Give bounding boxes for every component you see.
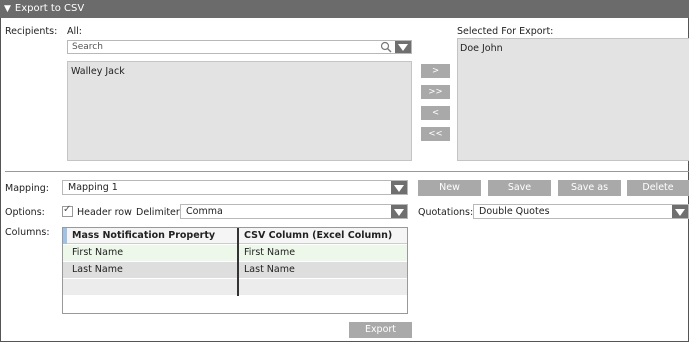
dialog-title: Export to CSV (14, 3, 85, 14)
header-row-label: Header row (77, 207, 132, 218)
list-item[interactable]: Doe John (460, 43, 503, 54)
delimiter-label: Delimiter: (136, 207, 183, 218)
options-label: Options: (5, 207, 45, 218)
save-as-mapping-button[interactable]: Save as (558, 180, 621, 196)
column-header-property[interactable]: Mass Notification Property (67, 228, 237, 244)
columns-label: Columns: (5, 227, 50, 238)
all-recipients-list[interactable]: Walley Jack (67, 61, 412, 161)
mapping-dropdown-arrow-icon[interactable] (391, 181, 407, 194)
quotations-dropdown-arrow-icon[interactable] (672, 205, 688, 218)
header-row-checkbox[interactable] (62, 204, 73, 217)
move-all-left-button[interactable]: << (421, 127, 450, 141)
table-cell: Last Name (244, 264, 295, 275)
move-right-button[interactable]: > (421, 64, 450, 78)
all-label: All: (67, 26, 82, 37)
delete-mapping-button[interactable]: Delete (627, 180, 689, 196)
quotations-value: Double Quotes (479, 206, 550, 217)
save-mapping-button[interactable]: Save (488, 180, 551, 196)
search-input[interactable]: Search (67, 40, 412, 54)
table-row[interactable]: First Name First Name (63, 245, 407, 261)
quotations-select[interactable]: Double Quotes (473, 204, 689, 219)
column-header-csv[interactable]: CSV Column (Excel Column) (239, 228, 407, 244)
move-left-button[interactable]: < (421, 106, 450, 120)
table-cell: First Name (72, 247, 124, 258)
table-row[interactable]: Last Name Last Name (63, 262, 407, 278)
mapping-value: Mapping 1 (68, 182, 118, 193)
list-item[interactable]: Walley Jack (71, 66, 125, 77)
table-row[interactable] (63, 279, 407, 295)
export-button[interactable]: Export (349, 322, 412, 338)
move-all-right-button[interactable]: >> (421, 85, 450, 99)
search-dropdown-arrow-icon[interactable] (395, 41, 411, 53)
columns-table[interactable]: Mass Notification Property CSV Column (E… (62, 227, 408, 314)
recipients-label: Recipients: (5, 26, 58, 37)
delimiter-select[interactable]: Comma (180, 204, 408, 219)
delimiter-value: Comma (186, 206, 223, 217)
section-divider (5, 171, 689, 172)
column-separator[interactable] (237, 228, 239, 296)
mapping-label: Mapping: (5, 183, 49, 194)
search-placeholder: Search (72, 42, 103, 52)
table-cell: First Name (244, 247, 296, 258)
title-bar[interactable]: ▼ Export to CSV (0, 0, 689, 18)
mapping-select[interactable]: Mapping 1 (62, 180, 408, 195)
table-cell: Last Name (72, 264, 123, 275)
selected-for-export-label: Selected For Export: (457, 26, 554, 37)
selected-recipients-list[interactable]: Doe John (457, 38, 689, 161)
delimiter-dropdown-arrow-icon[interactable] (391, 205, 407, 218)
new-mapping-button[interactable]: New (418, 180, 481, 196)
search-icon[interactable] (380, 41, 392, 53)
collapse-triangle-icon[interactable]: ▼ (4, 0, 11, 18)
quotations-label: Quotations: (418, 207, 474, 218)
